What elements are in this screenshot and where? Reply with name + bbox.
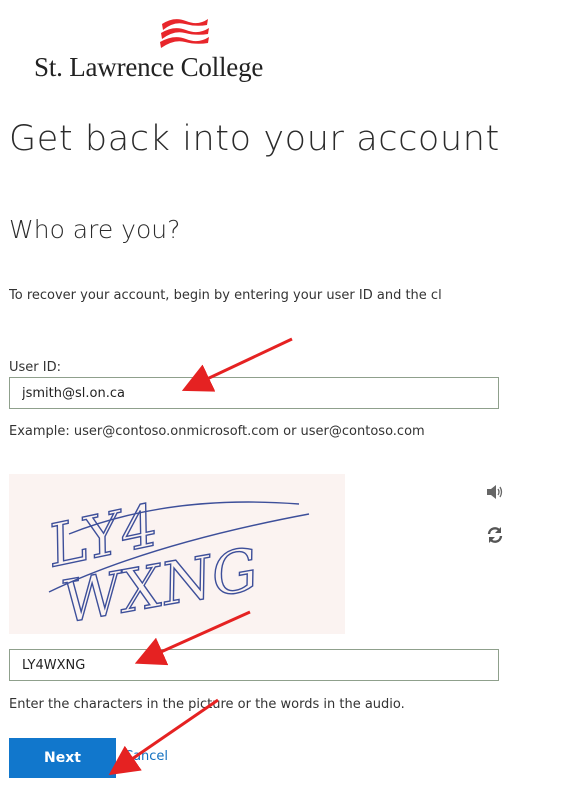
captcha-image: LY4 WXNG <box>9 474 345 637</box>
captcha-input[interactable] <box>9 649 499 681</box>
red-flag-waves-icon <box>160 19 209 48</box>
captcha-hint: Enter the characters in the picture or t… <box>9 697 405 712</box>
section-title: Who are you? <box>9 215 181 244</box>
user-id-label: User ID: <box>9 360 61 375</box>
cancel-link[interactable]: Cancel <box>124 749 168 764</box>
college-logo-text: St. Lawrence College <box>34 52 264 82</box>
page-title: Get back into your account <box>9 119 500 159</box>
instructions-text: To recover your account, begin by enteri… <box>9 288 442 303</box>
user-id-example-hint: Example: user@contoso.onmicrosoft.com or… <box>9 424 425 439</box>
refresh-icon[interactable] <box>486 526 504 544</box>
next-button[interactable]: Next <box>9 738 116 778</box>
speaker-icon[interactable] <box>486 484 504 500</box>
user-id-input[interactable] <box>9 377 499 409</box>
